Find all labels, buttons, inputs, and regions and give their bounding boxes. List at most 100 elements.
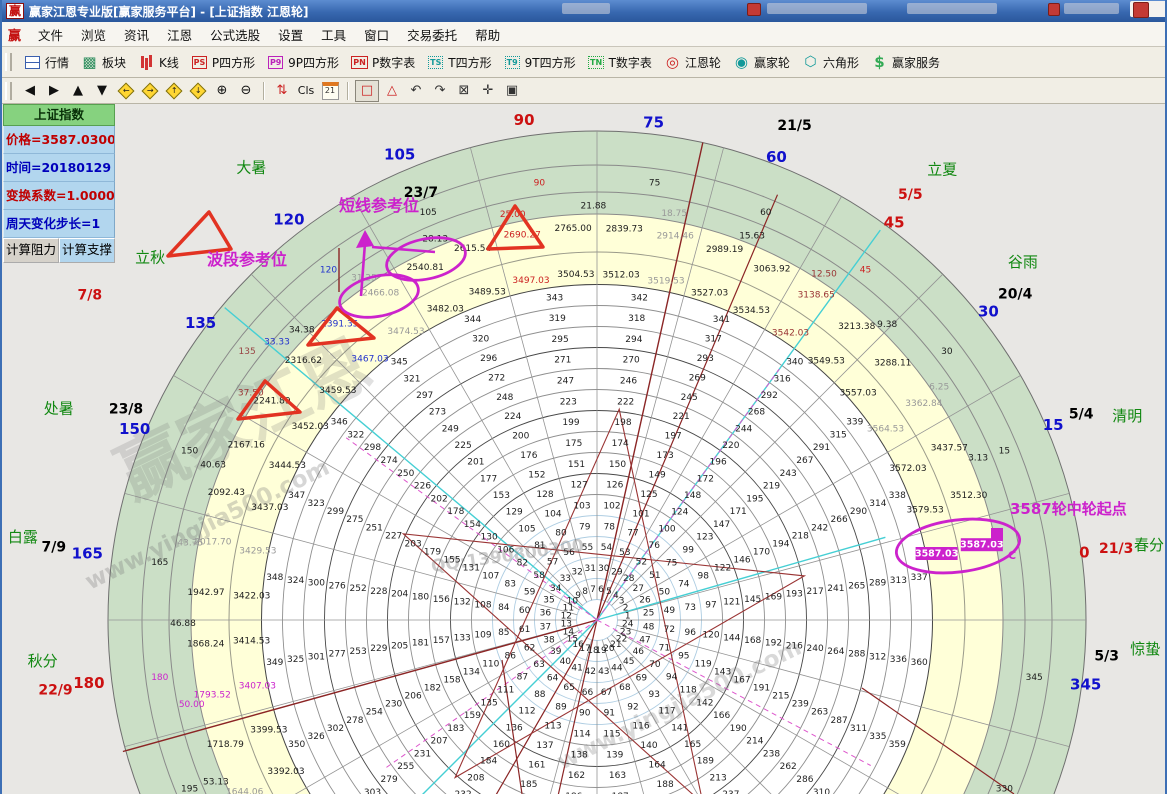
toolbar-button-9P四方形[interactable]: P99P四方形 bbox=[261, 52, 345, 73]
degree-label: 345 bbox=[1026, 673, 1043, 683]
menu-item-2[interactable]: 资讯 bbox=[115, 25, 158, 46]
menu-item-9[interactable]: 帮助 bbox=[466, 25, 509, 46]
spiral-number: 228 bbox=[370, 587, 387, 597]
spiral-number: 349 bbox=[266, 658, 283, 668]
toolbar-button-行情[interactable]: 行情 bbox=[18, 52, 75, 73]
spiral-number: 114 bbox=[573, 730, 590, 740]
calendar-icon[interactable]: 21 bbox=[319, 81, 341, 101]
rect-tool-icon[interactable]: □ bbox=[355, 80, 379, 102]
pan-down-icon[interactable]: ▼ bbox=[91, 81, 113, 101]
spiral-number: 299 bbox=[327, 507, 344, 517]
menu-item-4[interactable]: 公式选股 bbox=[201, 25, 269, 46]
spiral-number: 319 bbox=[549, 314, 566, 324]
toolbar-label: 板块 bbox=[102, 54, 126, 71]
spiral-number: 3 bbox=[619, 597, 625, 607]
toolbar-button-9T四方形[interactable]: T99T四方形 bbox=[498, 52, 582, 73]
toolbar-label: K线 bbox=[159, 54, 179, 71]
delete-box-icon[interactable]: ⊠ bbox=[453, 81, 475, 101]
toolbar-button-板块[interactable]: ▩板块 bbox=[75, 52, 132, 73]
spiral-number: 75 bbox=[666, 558, 677, 568]
pan-right-icon[interactable]: ▶ bbox=[43, 81, 65, 101]
spiral-number: 35 bbox=[543, 596, 554, 606]
menu-item-5[interactable]: 设置 bbox=[269, 25, 312, 46]
spiral-number: 226 bbox=[414, 482, 431, 492]
toolbar-button-赢家服务[interactable]: $赢家服务 bbox=[865, 52, 946, 73]
calc-support-button[interactable]: 计算支撑 bbox=[59, 238, 115, 263]
price-step74-label: 1793.52 bbox=[194, 690, 231, 700]
percent-label: 15.63 bbox=[739, 232, 765, 242]
toolbar-button-P数字表[interactable]: PNP数字表 bbox=[345, 52, 421, 73]
spiral-number: 199 bbox=[562, 418, 579, 428]
diamond-down-icon[interactable]: ↓ bbox=[187, 81, 209, 101]
spiral-number: 360 bbox=[911, 658, 928, 668]
menu-item-1[interactable]: 浏览 bbox=[72, 25, 115, 46]
spiral-number: 198 bbox=[614, 418, 631, 428]
spiral-number: 272 bbox=[488, 373, 505, 383]
toolbar-grip[interactable] bbox=[5, 82, 12, 100]
price-step74-label: 1718.79 bbox=[207, 740, 244, 750]
toolbar-label: P数字表 bbox=[372, 54, 415, 71]
spiral-number: 150 bbox=[609, 460, 626, 470]
rotate-ccw-icon[interactable]: ↶ bbox=[405, 81, 427, 101]
toolbar-button-赢家轮[interactable]: ◉赢家轮 bbox=[727, 52, 796, 73]
screen-icon[interactable]: ▣ bbox=[501, 81, 523, 101]
spiral-number: 255 bbox=[397, 762, 414, 772]
spiral-number: 206 bbox=[405, 692, 422, 702]
toolbar-label: 行情 bbox=[45, 54, 69, 71]
spiral-number: 78 bbox=[604, 522, 616, 532]
spiral-number: 222 bbox=[617, 397, 634, 407]
cls-button[interactable]: Cls bbox=[295, 81, 317, 101]
spiral-number: 139 bbox=[606, 750, 623, 760]
spiral-number: 173 bbox=[657, 451, 674, 461]
zoom-in-icon[interactable]: ⊕ bbox=[211, 81, 233, 101]
spiral-number: 243 bbox=[780, 469, 797, 479]
calc-resistance-button[interactable]: 计算阻力 bbox=[3, 238, 59, 263]
price-step7-label: 3534.53 bbox=[733, 306, 770, 316]
menu-item-0[interactable]: 文件 bbox=[29, 25, 72, 46]
menu-item-6[interactable]: 工具 bbox=[312, 25, 355, 46]
pan-left-icon[interactable]: ◀ bbox=[19, 81, 41, 101]
toolbar-label: 9T四方形 bbox=[525, 54, 576, 71]
rim-label: 20/4 bbox=[998, 286, 1033, 302]
percent-label: 40.63 bbox=[200, 460, 226, 470]
gann-wheel-canvas[interactable]: 赢家江恩www.yingjia500.comwww.yingjia500.com… bbox=[2, 0, 1167, 794]
toolbar-button-T四方形[interactable]: TST四方形 bbox=[421, 52, 497, 73]
toolbar-button-K线[interactable]: K线 bbox=[132, 52, 185, 73]
spiral-number: 172 bbox=[697, 474, 714, 484]
spiral-number: 294 bbox=[625, 335, 642, 345]
spiral-number: 302 bbox=[327, 724, 344, 734]
menu-item-3[interactable]: 江恩 bbox=[158, 25, 201, 46]
triangle-tool-icon[interactable]: △ bbox=[381, 81, 403, 101]
spiral-number: 49 bbox=[664, 606, 676, 616]
spiral-number: 342 bbox=[631, 293, 648, 303]
spiral-number: 273 bbox=[429, 408, 446, 418]
diamond-left-icon[interactable]: ← bbox=[115, 81, 137, 101]
toolbar-button-P四方形[interactable]: PSP四方形 bbox=[185, 52, 261, 73]
spiral-number: 145 bbox=[744, 595, 761, 605]
diamond-right-icon[interactable]: → bbox=[139, 81, 161, 101]
spiral-number: 288 bbox=[848, 650, 865, 660]
toolbar-button-T数字表[interactable]: TNT数字表 bbox=[582, 52, 658, 73]
toolbar-button-六角形[interactable]: ⬡六角形 bbox=[796, 52, 865, 73]
pan-up-icon[interactable]: ▲ bbox=[67, 81, 89, 101]
price-step74-label: 2540.81 bbox=[407, 263, 444, 273]
updown-icon[interactable]: ⇅ bbox=[271, 81, 293, 101]
spiral-number: 220 bbox=[722, 441, 739, 451]
toolbar-grip[interactable] bbox=[5, 53, 12, 71]
menu-item-7[interactable]: 窗口 bbox=[355, 25, 398, 46]
special-label: 33.33 bbox=[264, 337, 290, 347]
rotate-cw-icon[interactable]: ↷ bbox=[429, 81, 451, 101]
spiral-number: 61 bbox=[519, 625, 530, 635]
spiral-number: 224 bbox=[504, 412, 521, 422]
price-step7-label: 3519.53 bbox=[647, 276, 684, 286]
menu-item-8[interactable]: 交易委托 bbox=[398, 25, 466, 46]
center-move-icon[interactable]: ✛ bbox=[477, 81, 499, 101]
tn-badge-icon: TN bbox=[588, 56, 604, 69]
quote-panel: 上证指数 价格=3587.0300时间=20180129变换系数=1.00000… bbox=[3, 104, 115, 263]
toolbar-button-江恩轮[interactable]: ◎江恩轮 bbox=[658, 52, 727, 73]
zoom-out-icon[interactable]: ⊖ bbox=[235, 81, 257, 101]
spiral-number: 65 bbox=[563, 683, 574, 693]
spiral-number: 92 bbox=[627, 702, 638, 712]
spiral-number: 163 bbox=[609, 771, 626, 781]
diamond-up-icon[interactable]: ↑ bbox=[163, 81, 185, 101]
